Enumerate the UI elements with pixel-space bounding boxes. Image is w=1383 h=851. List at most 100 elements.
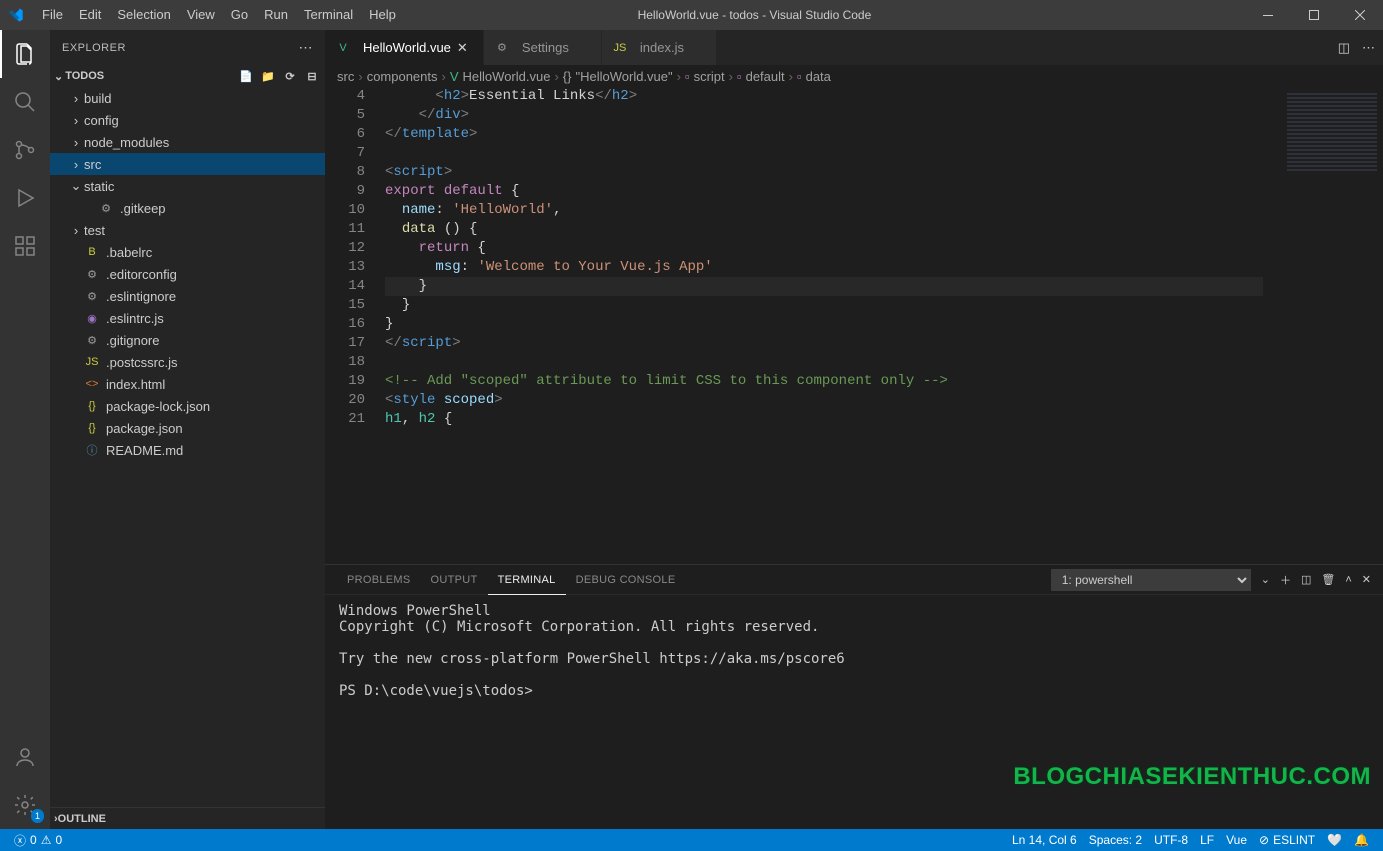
- file-package-lock.json[interactable]: {}package-lock.json: [50, 395, 325, 417]
- kill-terminal-icon[interactable]: 🗑: [1321, 573, 1335, 586]
- breadcrumb-item[interactable]: ▫ data: [797, 69, 831, 84]
- tab-index-js[interactable]: JSindex.js✕: [602, 30, 717, 65]
- maximize-button[interactable]: [1291, 0, 1337, 30]
- tree-item-label: package-lock.json: [106, 399, 210, 414]
- close-tab-icon[interactable]: ✕: [457, 40, 473, 56]
- file-.postcssrc.js[interactable]: JS.postcssrc.js: [50, 351, 325, 373]
- new-file-icon[interactable]: 📄: [237, 70, 255, 83]
- tab-helloworld-vue[interactable]: V HelloWorld.vue ✕: [325, 30, 484, 65]
- tab-label: HelloWorld.vue: [363, 40, 451, 55]
- activity-search-icon[interactable]: [0, 78, 50, 126]
- sidebar-title: EXPLORER: [62, 42, 126, 54]
- minimize-button[interactable]: [1245, 0, 1291, 30]
- folder-static[interactable]: ⌄static: [50, 175, 325, 197]
- file-.eslintignore[interactable]: ⚙ .eslintignore: [50, 285, 325, 307]
- terminal-line: PS D:\code\vuejs\todos>: [339, 683, 1369, 699]
- status-eslint[interactable]: ⊘ESLINT: [1253, 829, 1321, 851]
- status-problems[interactable]: ⓧ0 ⚠0: [8, 829, 68, 851]
- menu-view[interactable]: View: [179, 0, 223, 30]
- folder-config[interactable]: ›config: [50, 109, 325, 131]
- tree-item-label: .editorconfig: [106, 267, 177, 282]
- folder-node_modules[interactable]: ›node_modules: [50, 131, 325, 153]
- tree-item-label: .eslintignore: [106, 289, 176, 304]
- breadcrumb-item[interactable]: V HelloWorld.vue: [450, 69, 551, 84]
- vue-icon: V: [335, 40, 351, 56]
- terminal[interactable]: Windows PowerShellCopyright (C) Microsof…: [325, 595, 1383, 829]
- menu-bar: FileEditSelectionViewGoRunTerminalHelp: [34, 0, 404, 30]
- activity-debug-icon[interactable]: [0, 174, 50, 222]
- explorer-section-header[interactable]: ⌄ TODOS 📄 📁 ⟳ ⊟: [50, 65, 325, 87]
- status-encoding[interactable]: UTF-8: [1148, 829, 1194, 851]
- status-feedback-icon[interactable]: 🤍: [1321, 829, 1348, 851]
- tree-item-label: package.json: [106, 421, 183, 436]
- activity-settings-icon[interactable]: 1: [0, 781, 50, 829]
- new-folder-icon[interactable]: 📁: [259, 70, 277, 83]
- status-cursor-position[interactable]: Ln 14, Col 6: [1006, 829, 1083, 851]
- menu-terminal[interactable]: Terminal: [296, 0, 361, 30]
- code-content[interactable]: <h2>Essential Links</h2> </div></templat…: [385, 87, 1263, 564]
- panel: PROBLEMSOUTPUTTERMINALDEBUG CONSOLE 1: p…: [325, 564, 1383, 829]
- menu-file[interactable]: File: [34, 0, 71, 30]
- close-button[interactable]: [1337, 0, 1383, 30]
- terminal-dropdown-icon[interactable]: ⌄: [1261, 573, 1270, 586]
- file-package.json[interactable]: {}package.json: [50, 417, 325, 439]
- outline-section-header[interactable]: › OUTLINE: [50, 807, 325, 829]
- breadcrumb-item[interactable]: ▫ script: [685, 69, 725, 84]
- minimap[interactable]: [1263, 87, 1383, 564]
- terminal-selector[interactable]: 1: powershell: [1051, 569, 1251, 591]
- breadcrumb-item[interactable]: src: [337, 69, 354, 84]
- file-icon: ⚙: [98, 200, 114, 216]
- breadcrumbs[interactable]: src›components›V HelloWorld.vue›{} "Hell…: [325, 65, 1383, 87]
- file-index.html[interactable]: <>index.html: [50, 373, 325, 395]
- project-name: TODOS: [65, 70, 104, 82]
- more-actions-icon[interactable]: ⋯: [1362, 40, 1375, 56]
- status-bell-icon[interactable]: 🔔: [1348, 829, 1375, 851]
- file-.gitkeep[interactable]: ⚙.gitkeep: [50, 197, 325, 219]
- folder-build[interactable]: ›build: [50, 87, 325, 109]
- status-indentation[interactable]: Spaces: 2: [1083, 829, 1148, 851]
- close-panel-icon[interactable]: ✕: [1362, 573, 1371, 586]
- collapse-icon[interactable]: ⊟: [303, 70, 321, 83]
- refresh-icon[interactable]: ⟳: [281, 70, 299, 83]
- new-terminal-icon[interactable]: ＋: [1280, 572, 1291, 588]
- folder-test[interactable]: ›test: [50, 219, 325, 241]
- menu-edit[interactable]: Edit: [71, 0, 109, 30]
- menu-help[interactable]: Help: [361, 0, 404, 30]
- breadcrumb-item[interactable]: {} "HelloWorld.vue": [563, 69, 673, 84]
- menu-go[interactable]: Go: [223, 0, 256, 30]
- folder-src[interactable]: ›src: [50, 153, 325, 175]
- split-terminal-icon[interactable]: ◫: [1301, 573, 1311, 586]
- breadcrumb-item[interactable]: ▫ default: [737, 69, 785, 84]
- activity-extensions-icon[interactable]: [0, 222, 50, 270]
- split-editor-icon[interactable]: ◫: [1338, 40, 1350, 56]
- panel-tab-problems[interactable]: PROBLEMS: [337, 565, 421, 595]
- code-editor[interactable]: 456789101112131415161718192021 <h2>Essen…: [325, 87, 1383, 564]
- file-icon: ⚙: [84, 288, 100, 304]
- breadcrumb-item[interactable]: components: [367, 69, 438, 84]
- panel-tab-terminal[interactable]: TERMINAL: [488, 565, 566, 595]
- menu-run[interactable]: Run: [256, 0, 296, 30]
- file-.editorconfig[interactable]: ⚙.editorconfig: [50, 263, 325, 285]
- activity-explorer-icon[interactable]: [0, 30, 50, 78]
- tab-settings[interactable]: ⚙Settings✕: [484, 30, 602, 65]
- status-language[interactable]: Vue: [1220, 829, 1253, 851]
- file-.gitignore[interactable]: ⚙.gitignore: [50, 329, 325, 351]
- panel-tab-debug-console[interactable]: DEBUG CONSOLE: [566, 565, 686, 595]
- maximize-panel-icon[interactable]: ˄: [1345, 574, 1351, 586]
- outline-label: OUTLINE: [58, 813, 106, 825]
- sidebar-more-icon[interactable]: ⋯: [299, 39, 314, 56]
- braces-icon: {}: [563, 69, 572, 84]
- menu-selection[interactable]: Selection: [109, 0, 178, 30]
- activity-scm-icon[interactable]: [0, 126, 50, 174]
- activity-account-icon[interactable]: [0, 733, 50, 781]
- file-.eslintrc.js[interactable]: ◉.eslintrc.js: [50, 307, 325, 329]
- file-README.md[interactable]: ⓘREADME.md: [50, 439, 325, 461]
- file-icon: ⓘ: [84, 442, 100, 458]
- file-.babelrc[interactable]: B.babelrc: [50, 241, 325, 263]
- status-eol[interactable]: LF: [1194, 829, 1220, 851]
- terminal-line: [339, 667, 1369, 683]
- panel-tab-output[interactable]: OUTPUT: [421, 565, 488, 595]
- activity-bar: 1: [0, 30, 50, 829]
- file-icon: <>: [84, 376, 100, 392]
- tree-item-label: build: [84, 91, 111, 106]
